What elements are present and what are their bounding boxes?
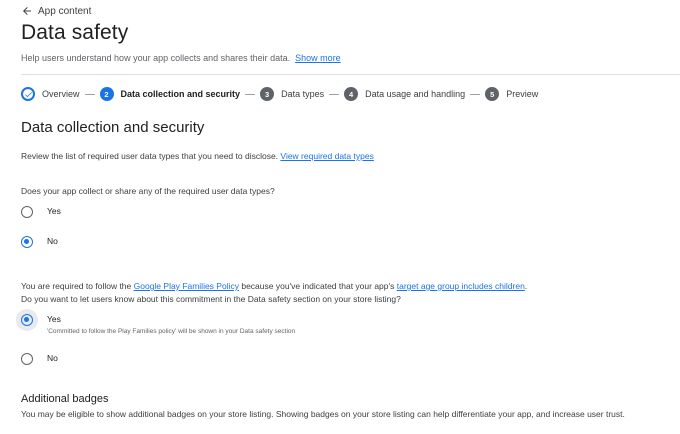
radio-button-selected[interactable] xyxy=(21,236,33,248)
step-label: Preview xyxy=(506,89,539,99)
step-number: 2 xyxy=(99,87,114,101)
section-intro: Review the list of required user data ty… xyxy=(21,151,374,161)
intro-text: Review the list of required user data ty… xyxy=(21,151,279,161)
divider xyxy=(21,74,680,75)
radio-button-selected[interactable] xyxy=(21,314,33,326)
radio-text-block: Yes 'Committed to follow the Play Famili… xyxy=(47,314,295,335)
families-policy-link[interactable]: Google Play Families Policy xyxy=(134,281,239,291)
view-required-data-types-link[interactable]: View required data types xyxy=(280,151,373,161)
families-question: Do you want to let users know about this… xyxy=(21,294,401,304)
page-subtitle: Help users understand how your app colle… xyxy=(21,53,341,63)
radio-button[interactable] xyxy=(21,353,33,365)
show-more-link[interactable]: Show more xyxy=(295,53,341,63)
step-number: 4 xyxy=(344,87,359,101)
step-separator xyxy=(329,93,340,95)
radio-hint: 'Committed to follow the Play Families p… xyxy=(47,328,296,335)
step-overview[interactable]: Overview xyxy=(21,87,80,101)
step-label: Data types xyxy=(281,89,325,99)
step-label: Data usage and handling xyxy=(365,89,466,99)
section-title: Data collection and security xyxy=(21,119,205,136)
radio-label: Yes xyxy=(47,206,61,216)
step-separator xyxy=(84,93,95,95)
arrow-back-icon xyxy=(23,7,31,15)
step-preview[interactable]: 5 Preview xyxy=(485,87,538,101)
step-separator xyxy=(245,93,256,95)
step-done-icon xyxy=(21,87,35,101)
radio-button[interactable] xyxy=(21,206,33,218)
radio-option-no[interactable]: No xyxy=(21,236,58,248)
step-number: 3 xyxy=(260,87,275,101)
question-collect-share: Does your app collect or share any of th… xyxy=(21,186,275,196)
radio-label: No xyxy=(47,236,58,246)
step-number: 5 xyxy=(485,87,500,101)
back-link[interactable]: App content xyxy=(21,5,91,17)
stepper: Overview 2 Data collection and security … xyxy=(21,86,538,102)
back-link-label: App content xyxy=(38,5,92,17)
families-policy-text: You are required to follow the Google Pl… xyxy=(21,281,527,291)
radio-label: No xyxy=(47,353,58,363)
radio-focus-halo xyxy=(16,309,38,331)
families-text-b: because you've indicated that your app's xyxy=(238,281,397,291)
radio-option-yes[interactable]: Yes xyxy=(21,206,61,218)
step-label: Data collection and security xyxy=(120,89,241,99)
subtitle-text: Help users understand how your app colle… xyxy=(21,53,291,63)
step-data-collection[interactable]: 2 Data collection and security xyxy=(99,87,241,101)
radio-option-families-no[interactable]: No xyxy=(21,353,58,365)
families-text-c: . xyxy=(524,281,528,291)
step-data-usage[interactable]: 4 Data usage and handling xyxy=(344,87,465,101)
step-separator xyxy=(470,93,481,95)
families-text-a: You are required to follow the xyxy=(21,281,134,291)
step-data-types[interactable]: 3 Data types xyxy=(260,87,324,101)
badges-title: Additional badges xyxy=(21,393,109,405)
radio-label: Yes xyxy=(47,314,61,324)
target-age-group-link[interactable]: target age group includes children xyxy=(397,281,525,291)
page-title: Data safety xyxy=(21,21,129,44)
step-label: Overview xyxy=(42,89,80,99)
radio-option-families-yes[interactable]: Yes 'Committed to follow the Play Famili… xyxy=(16,309,295,335)
badges-text: You may be eligible to show additional b… xyxy=(21,409,625,419)
